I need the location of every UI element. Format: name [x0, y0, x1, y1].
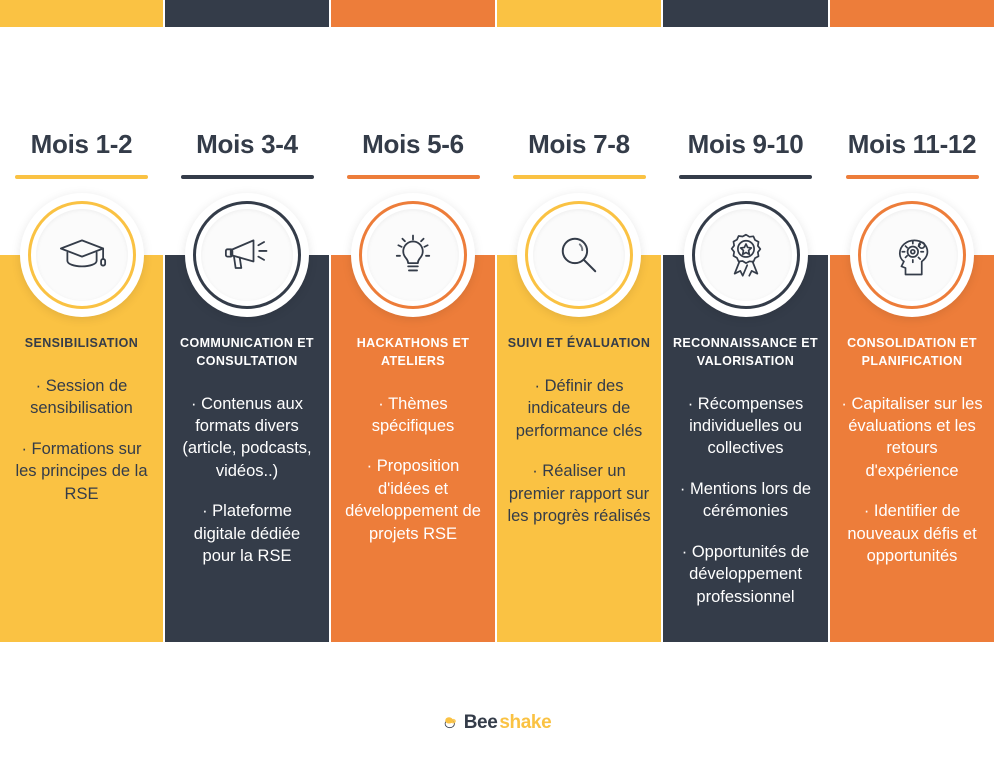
month-label: Mois 3-4 [196, 129, 298, 159]
bullet-item: · Proposition d'idées et développement d… [345, 457, 481, 543]
bullet-item: · Plateforme digitale dédiée pour la RSE [193, 502, 301, 566]
medallion-inner-disc [533, 209, 625, 301]
month-header-6: Mois 11-12 [830, 27, 994, 187]
month-label: Mois 1-2 [30, 129, 133, 159]
top-color-bar-4 [497, 0, 661, 27]
logo-text-secondary: shake [499, 712, 552, 733]
phase-title: RECONNAISSANCE ET VALORISATION [673, 336, 819, 368]
top-color-bar-row [0, 0, 994, 27]
medallion-inner-disc [699, 209, 792, 301]
phase-bullet-list: · Récompenses individuelles ou collectiv… [673, 393, 818, 609]
phase-title: CONSOLIDATION ET PLANIFICATION [847, 336, 977, 368]
top-color-bar-1 [0, 0, 163, 27]
medallion-inner-disc [35, 209, 128, 301]
month-header-3: Mois 5-6 [331, 27, 495, 187]
month-underline [346, 175, 480, 179]
medallion-inner-disc [201, 209, 293, 301]
month-header-4: Mois 7-8 [497, 27, 661, 187]
phase-column-4: SUIVI ET ÉVALUATION · Définir des indicat… [497, 187, 661, 683]
head-gears-icon [898, 239, 929, 276]
month-underline [679, 175, 812, 179]
month-underline [180, 175, 314, 179]
phase-bullet-list: · Définir des indicateurs de performance… [507, 375, 651, 528]
roadmap-infographic: Mois 1-2 Mois 3-4 Mois 5-6 Mois 7-8 Mois 9-1… [0, 0, 994, 763]
icon-medallion-2 [185, 193, 309, 317]
bullet-item: · Identifier de nouveaux défis et opport… [847, 502, 977, 566]
phase-title: SUIVI ET ÉVALUATION [507, 336, 651, 350]
bullet-item: · Capitaliser sur les évaluations et les… [841, 394, 983, 480]
bullet-item: · Mentions lors de cérémonies [679, 479, 812, 521]
phase-column-3: HACKATHONS ET ATELIERS · Thèmes spécifiqu… [331, 187, 495, 683]
award-ribbon-icon [730, 233, 761, 277]
bullet-item: · Formations sur les principes de la RSE [15, 439, 148, 503]
lightbulb-icon [395, 234, 431, 272]
phase-column-5: RECONNAISSANCE ET VALORISATION · Récompen… [663, 187, 828, 683]
footer: Bee shake [0, 683, 994, 763]
phase-bullet-list: · Thèmes spécifiques · Proposition d'idée… [341, 393, 485, 546]
icon-medallion-1 [19, 193, 144, 317]
phase-title: COMMUNICATION ET CONSULTATION [180, 336, 314, 368]
month-underline [845, 175, 979, 179]
phase-bullet-list: · Capitaliser sur les évaluations et les… [840, 393, 984, 568]
top-color-bar-6 [830, 0, 994, 27]
phase-title: HACKATHONS ET ATELIERS [356, 336, 470, 368]
top-color-bar-5 [663, 0, 828, 27]
bullet-item: · Session de sensibilisation [30, 376, 133, 418]
logo-text-primary: Bee [463, 712, 498, 733]
phase-bullet-list: · Session de sensibilisation · Formations… [10, 375, 153, 505]
bullet-item: · Réaliser un premier rapport sur les pr… [507, 462, 651, 525]
top-color-bar-2 [165, 0, 329, 27]
medallion-inner-disc [866, 209, 958, 301]
month-header-row: Mois 1-2 Mois 3-4 Mois 5-6 Mois 7-8 Mois 9-1… [0, 27, 994, 187]
month-label: Mois 11-12 [847, 129, 977, 159]
month-underline [512, 175, 646, 179]
month-header-2: Mois 3-4 [165, 27, 329, 187]
month-header-1: Mois 1-2 [0, 27, 163, 187]
bullet-item: · Récompenses individuelles ou collectiv… [687, 394, 804, 458]
megaphone-icon [224, 239, 268, 269]
phase-title: SENSIBILISATION [24, 336, 139, 350]
icon-medallion-6 [850, 193, 974, 317]
phase-column-1: SENSIBILISATION · Session de sensibilisat… [0, 187, 163, 683]
medallion-inner-disc [367, 209, 459, 301]
bee-icon [444, 717, 456, 729]
month-underline [15, 175, 148, 179]
graduation-cap-icon [59, 239, 106, 268]
bullet-item: · Thèmes spécifiques [371, 394, 455, 435]
phase-columns-row: SENSIBILISATION · Session de sensibilisat… [0, 187, 994, 683]
icon-medallion-3 [351, 193, 475, 317]
icon-medallion-4 [517, 193, 641, 317]
phase-column-2: COMMUNICATION ET CONSULTATION · Contenus … [165, 187, 329, 683]
month-header-5: Mois 9-10 [663, 27, 828, 187]
bullet-item: · Opportunités de développement professi… [681, 542, 810, 606]
magnifier-icon [561, 237, 597, 273]
month-label: Mois 9-10 [687, 129, 804, 159]
top-color-bar-3 [331, 0, 495, 27]
month-label: Mois 7-8 [528, 129, 630, 159]
phase-column-6: CONSOLIDATION ET PLANIFICATION · Capitali… [830, 187, 994, 683]
beeshake-logo: Bee shake [443, 712, 552, 734]
month-label: Mois 5-6 [362, 129, 464, 159]
phase-bullet-list: · Contenus aux formats divers (article, … [175, 393, 319, 568]
icon-medallion-5 [683, 193, 808, 317]
bullet-item: · Contenus aux formats divers (article, … [182, 394, 312, 480]
bullet-item: · Définir des indicateurs de performance… [515, 376, 643, 440]
